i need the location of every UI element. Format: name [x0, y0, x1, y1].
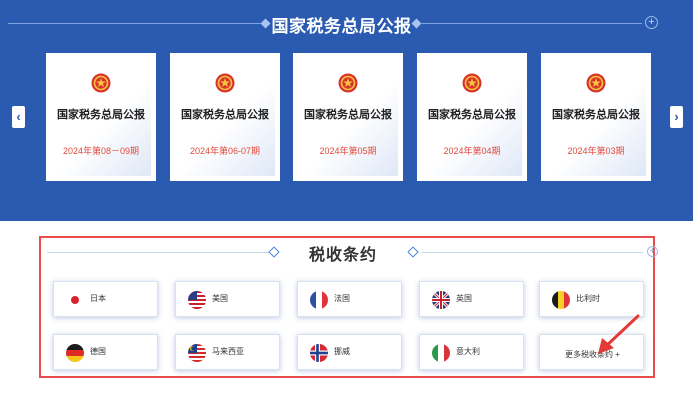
header-divider-left [8, 23, 263, 24]
gazette-card[interactable]: 国家税务总局公报 2024年第06-07期 [170, 53, 280, 181]
france-flag-icon [310, 291, 328, 309]
card-issue: 2024年第05期 [319, 146, 377, 156]
treaty-country-japan[interactable]: 日本 [53, 281, 158, 317]
treaty-more-plus-icon[interactable]: + [647, 246, 658, 257]
uk-flag-icon [432, 291, 450, 309]
usa-flag-icon [188, 291, 206, 309]
norway-flag-icon [310, 344, 328, 362]
gazette-card[interactable]: 国家税务总局公报 2024年第05期 [293, 53, 403, 181]
card-title: 国家税务总局公报 [552, 109, 640, 121]
card-issue: 2024年第08－09期 [62, 146, 140, 156]
treaty-diamond-left-icon [268, 246, 280, 258]
japan-flag-icon [66, 291, 84, 309]
country-name: 马来西亚 [212, 347, 244, 356]
gazette-section: 国家税务总局公报 + ‹ › 国家税务总局公报 2024年第08－09期 国家税… [0, 0, 693, 221]
national-emblem-icon [215, 73, 235, 93]
national-emblem-icon [462, 73, 482, 93]
national-emblem-icon [338, 73, 358, 93]
treaty-country-uk[interactable]: 英国 [419, 281, 524, 317]
card-title: 国家税务总局公报 [304, 109, 392, 121]
card-title: 国家税务总局公报 [57, 109, 145, 121]
treaty-divider-left [47, 252, 275, 253]
card-issue: 2024年第06-07期 [189, 146, 261, 156]
country-name: 英国 [456, 294, 472, 303]
country-name: 美国 [212, 294, 228, 303]
red-pointer-arrow-icon [598, 314, 640, 354]
country-name: 日本 [90, 294, 106, 303]
treaty-divider-right [421, 252, 643, 253]
belgium-flag-icon [552, 291, 570, 309]
card-issue: 2024年第03期 [567, 146, 625, 156]
treaty-section-title: 税收条约 [308, 247, 377, 264]
italy-flag-icon [432, 344, 450, 362]
country-name: 挪威 [334, 347, 350, 356]
country-name: 法国 [334, 294, 350, 303]
carousel-prev-button[interactable]: ‹ [12, 106, 25, 128]
national-emblem-icon [586, 73, 606, 93]
national-emblem-icon [91, 73, 111, 93]
treaty-diamond-right-icon [407, 246, 419, 258]
treaty-country-italy[interactable]: 意大利 [419, 334, 524, 370]
carousel-next-button[interactable]: › [670, 106, 683, 128]
treaty-country-malaysia[interactable]: 马来西亚 [175, 334, 280, 370]
treaty-country-france[interactable]: 法国 [297, 281, 402, 317]
treaty-country-germany[interactable]: 德国 [53, 334, 158, 370]
treaty-country-usa[interactable]: 美国 [175, 281, 280, 317]
header-dot-left [260, 18, 271, 29]
header-divider-right [420, 23, 642, 24]
country-name: 意大利 [456, 347, 480, 356]
card-title: 国家税务总局公报 [428, 109, 516, 121]
gazette-card[interactable]: 国家税务总局公报 2024年第03期 [541, 53, 651, 181]
gazette-header: 国家税务总局公报 + [0, 10, 693, 38]
gazette-more-plus-icon[interactable]: + [645, 16, 658, 29]
country-name: 德国 [90, 347, 106, 356]
malaysia-flag-icon [188, 344, 206, 362]
gazette-section-title: 国家税务总局公报 [271, 17, 412, 36]
gazette-card[interactable]: 国家税务总局公报 2024年第04期 [417, 53, 527, 181]
tax-treaty-section: 税收条约 + 日本 美国 法国 英国 比利时 德国 马来西亚 挪威 意大利 更多… [39, 236, 658, 378]
treaty-country-norway[interactable]: 挪威 [297, 334, 402, 370]
card-title: 国家税务总局公报 [181, 109, 269, 121]
gazette-card[interactable]: 国家税务总局公报 2024年第08－09期 [46, 53, 156, 181]
germany-flag-icon [66, 344, 84, 362]
card-issue: 2024年第04期 [443, 146, 501, 156]
country-name: 比利时 [576, 294, 600, 303]
